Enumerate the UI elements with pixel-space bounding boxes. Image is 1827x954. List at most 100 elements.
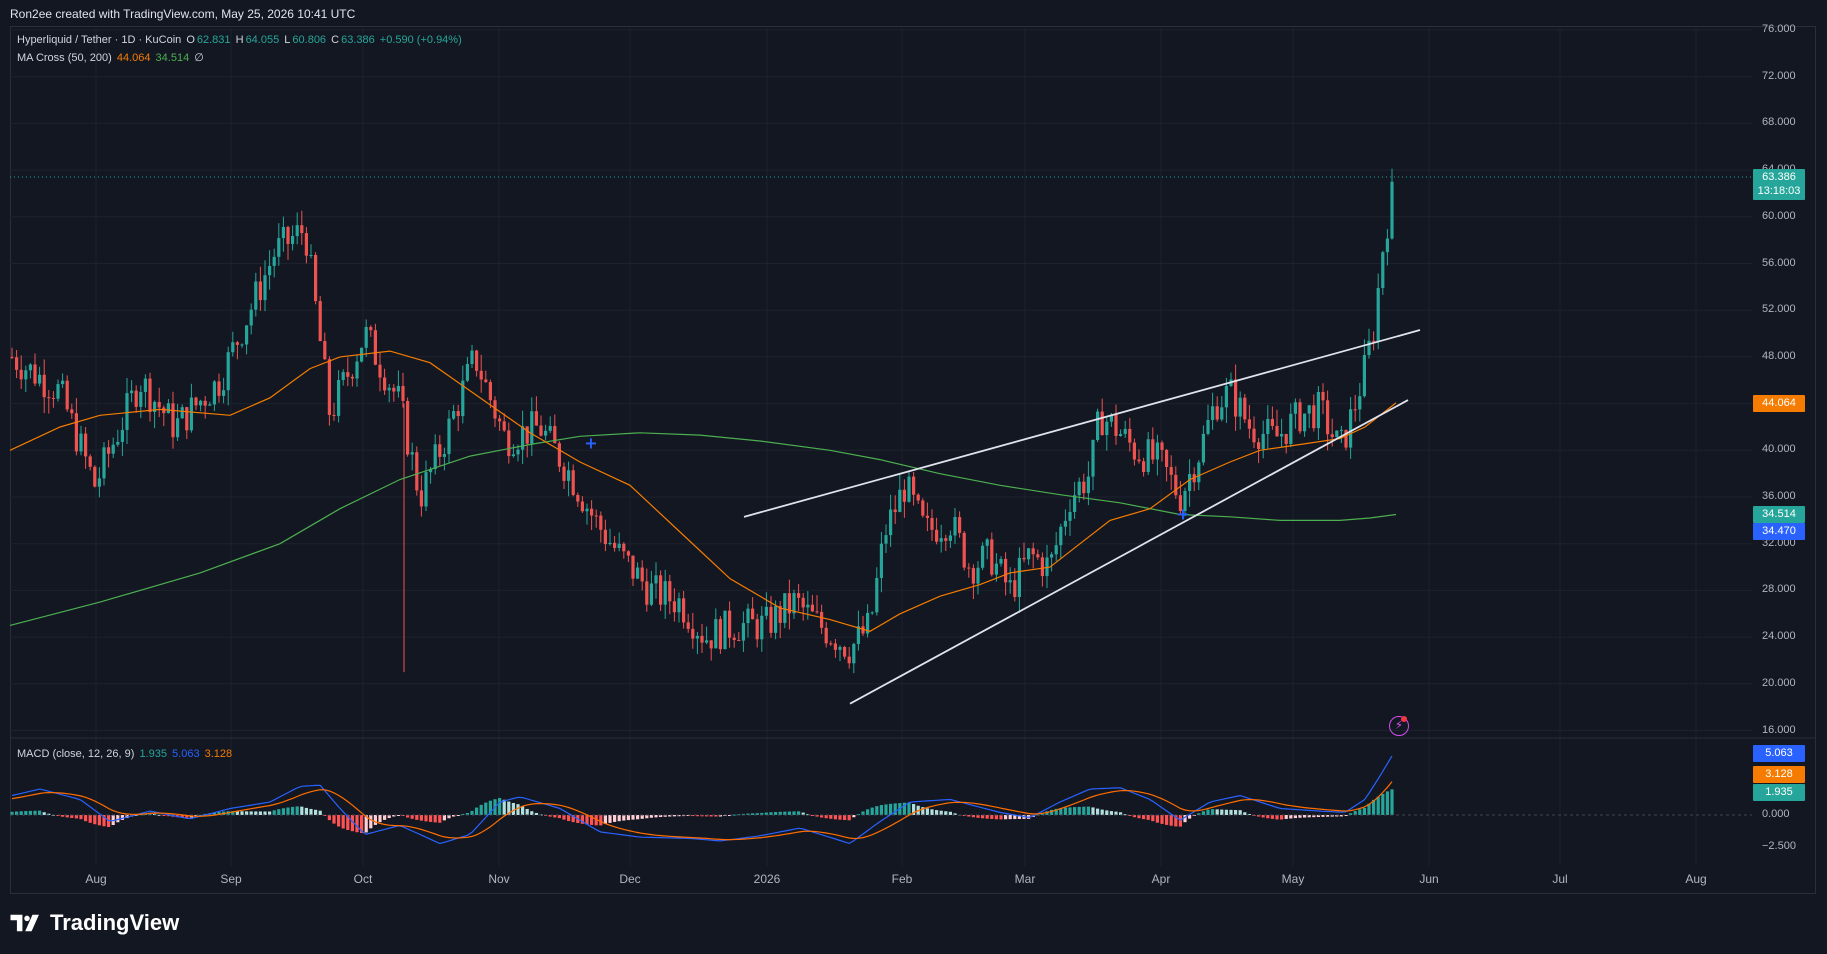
macd-histogram-bar [599, 815, 603, 826]
macd-histogram-bar [433, 815, 437, 823]
candle [567, 461, 571, 497]
candle [1045, 544, 1049, 589]
candle [346, 357, 350, 387]
candle [314, 252, 318, 305]
candle-body [337, 379, 341, 416]
candle [1169, 455, 1173, 490]
candle-body [33, 364, 37, 384]
candlesticks [10, 168, 1394, 674]
candle-body [640, 567, 644, 582]
candle-body [185, 407, 189, 431]
candle [1054, 532, 1058, 562]
candle [10, 347, 14, 360]
candle [281, 216, 285, 252]
candle-body [323, 341, 327, 360]
ma-slow-value: 34.514 [155, 52, 190, 64]
candle [1261, 420, 1265, 459]
price-chart[interactable]: ++ [0, 0, 1827, 954]
macd-histogram-bar [277, 809, 281, 815]
candle-body [856, 626, 860, 644]
candle-body [838, 646, 842, 650]
candle [84, 427, 88, 469]
macd-histogram-bar [337, 815, 341, 827]
macd-histogram-bar [1151, 815, 1155, 822]
candle [38, 366, 42, 387]
macd-histogram-bar [843, 815, 847, 821]
macd-histogram-bar [1390, 789, 1394, 815]
candle-body [120, 429, 124, 442]
candle-body [116, 441, 120, 445]
ma-extra-value: ∅ [194, 52, 204, 64]
candle [792, 589, 796, 620]
candle-body [599, 515, 603, 530]
symbol-name[interactable]: Hyperliquid / Tether · 1D · KuCoin [17, 34, 181, 46]
candle-body [28, 364, 32, 371]
tradingview-brand[interactable]: TradingView [10, 910, 179, 936]
candle [1372, 331, 1376, 351]
symbol-legend[interactable]: Hyperliquid / Tether · 1D · KuCoin O 62.8… [17, 34, 464, 46]
candle-body [1188, 474, 1192, 491]
macd-histogram-bar [1063, 807, 1067, 815]
macd-histogram-bar [258, 811, 262, 815]
candle-body [843, 646, 847, 657]
candle [406, 397, 410, 457]
macd-histogram-bar [525, 808, 529, 815]
candle [355, 354, 359, 387]
macd-histogram-bar [33, 810, 37, 815]
candle [1289, 403, 1293, 448]
macd-histogram-bar [1284, 815, 1288, 819]
macd-histogram-bar [530, 811, 534, 815]
candle-body [392, 387, 396, 392]
candle [935, 517, 939, 545]
candle [1017, 547, 1021, 613]
candle-body [84, 433, 88, 457]
macd-histogram-bar [1206, 809, 1210, 815]
candle [364, 319, 368, 357]
macd-histogram-bar [355, 815, 359, 833]
ma-fast-value: 44.064 [116, 52, 151, 64]
macd-histogram-bar [1224, 809, 1228, 815]
candle-body [1211, 406, 1215, 421]
macd-histogram-bar [567, 815, 571, 821]
change-value: +0.590 (+0.94%) [379, 34, 462, 46]
macd-histogram-bar [429, 815, 433, 822]
candle-body [1257, 442, 1261, 449]
candle-body [935, 529, 939, 542]
candle [760, 606, 764, 652]
macd-histogram-bar [1165, 815, 1169, 825]
candle [709, 640, 713, 661]
candle-body [1031, 548, 1035, 555]
candle-body [1146, 439, 1150, 473]
candle-body [1298, 402, 1302, 432]
candle-body [594, 515, 598, 517]
candle-body [695, 635, 699, 639]
bar-countdown: 13:18:03 [1757, 185, 1801, 197]
price-axis-label: 36.000 [1762, 490, 1796, 502]
candle [521, 410, 525, 464]
ma-cross-name[interactable]: MA Cross (50, 200) [17, 52, 112, 64]
candle [1238, 391, 1242, 430]
macd-histogram-bar [1008, 815, 1012, 820]
candle-body [166, 403, 170, 414]
candle-body [1142, 461, 1146, 473]
macd-legend[interactable]: MACD (close, 12, 26, 9) 1.935 5.063 3.12… [17, 748, 234, 760]
candle [475, 349, 479, 377]
candle [787, 579, 791, 630]
candle [507, 422, 511, 464]
candle [134, 385, 138, 413]
candle-body [143, 378, 147, 392]
macd-name[interactable]: MACD (close, 12, 26, 9) [17, 748, 134, 760]
candle [631, 555, 635, 586]
candle-body [433, 444, 437, 470]
candle [580, 496, 584, 513]
macd-histogram-bar [1289, 815, 1293, 819]
ma-cross-legend[interactable]: MA Cross (50, 200) 44.064 34.514 ∅ [17, 51, 206, 64]
candle-body [1312, 405, 1316, 429]
macd-histogram-bar [1142, 815, 1146, 820]
candle-body [1128, 428, 1132, 443]
candle-body [383, 377, 387, 391]
candle [479, 354, 483, 393]
plus-marker-icon: + [1176, 505, 1189, 524]
candle [1146, 432, 1150, 475]
candle [1027, 547, 1031, 565]
